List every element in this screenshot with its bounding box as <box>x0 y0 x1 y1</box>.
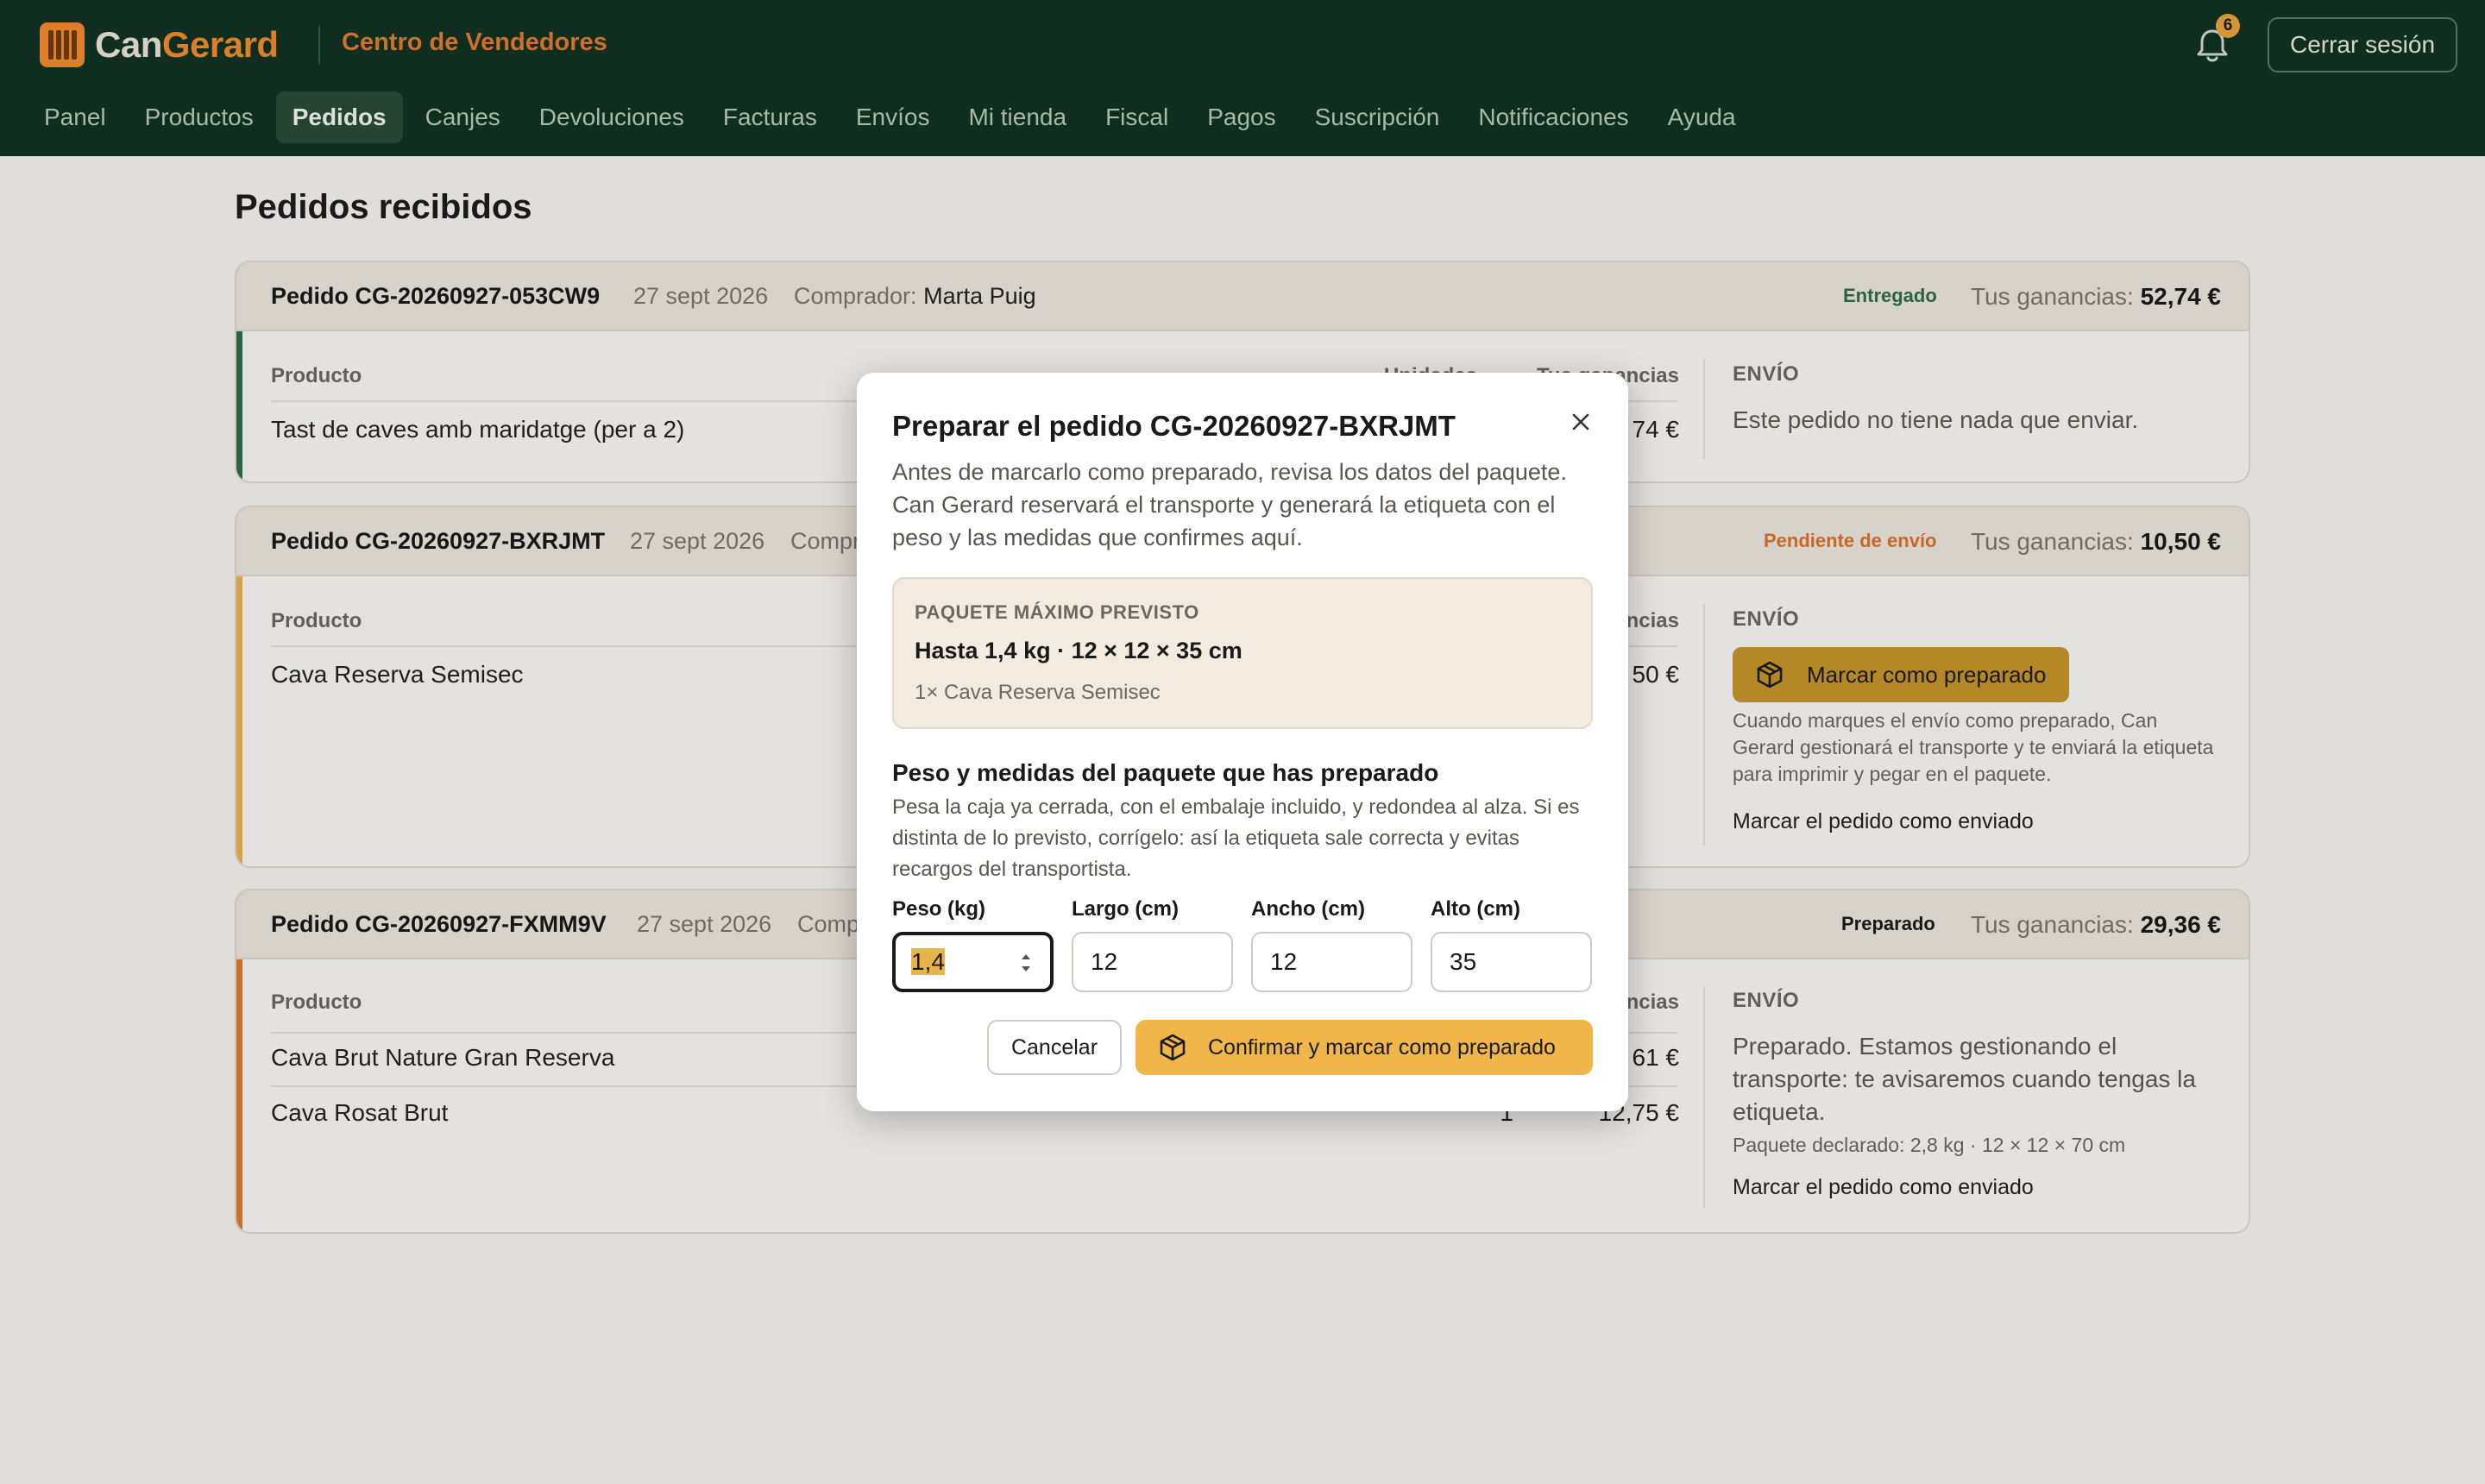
height-input[interactable]: 35 <box>1431 932 1592 992</box>
dialog-description: Antes de marcarlo como preparado, revisa… <box>892 459 1567 550</box>
confirm-prepared-button[interactable]: Confirmar y marcar como preparado <box>1136 1020 1593 1075</box>
confirm-prepared-label: Confirmar y marcar como preparado <box>1208 1034 1556 1060</box>
close-icon[interactable] <box>1566 407 1595 437</box>
number-stepper-icon[interactable] <box>1017 947 1035 978</box>
package-icon <box>1160 1034 1186 1061</box>
length-label: Largo (cm) <box>1072 897 1180 921</box>
width-input[interactable]: 12 <box>1251 932 1412 992</box>
dialog-title: Preparar el pedido CG-20260927-BXRJMT <box>892 410 1456 442</box>
prepare-order-dialog: Preparar el pedido CG-20260927-BXRJMT An… <box>857 373 1628 1111</box>
weight-input[interactable]: 1,4 <box>892 932 1054 992</box>
expected-package-box: PAQUETE MÁXIMO PREVISTO Hasta 1,4 kg · 1… <box>892 577 1593 729</box>
weight-label: Peso (kg) <box>892 897 986 921</box>
length-input[interactable]: 12 <box>1072 932 1233 992</box>
width-label: Ancho (cm) <box>1251 897 1365 921</box>
measurements-header: Peso y medidas del paquete que has prepa… <box>892 759 1439 786</box>
expected-package-header: PAQUETE MÁXIMO PREVISTO <box>915 601 1199 623</box>
measurements-description: Pesa la caja ya cerrada, con el embalaje… <box>892 795 1580 881</box>
weight-value: 1,4 <box>911 948 945 975</box>
expected-package-items: 1× Cava Reserva Semisec <box>915 681 1161 704</box>
cancel-button[interactable]: Cancelar <box>987 1020 1122 1075</box>
height-label: Alto (cm) <box>1431 897 1520 921</box>
expected-package-summary: Hasta 1,4 kg · 12 × 12 × 35 cm <box>915 638 1242 663</box>
